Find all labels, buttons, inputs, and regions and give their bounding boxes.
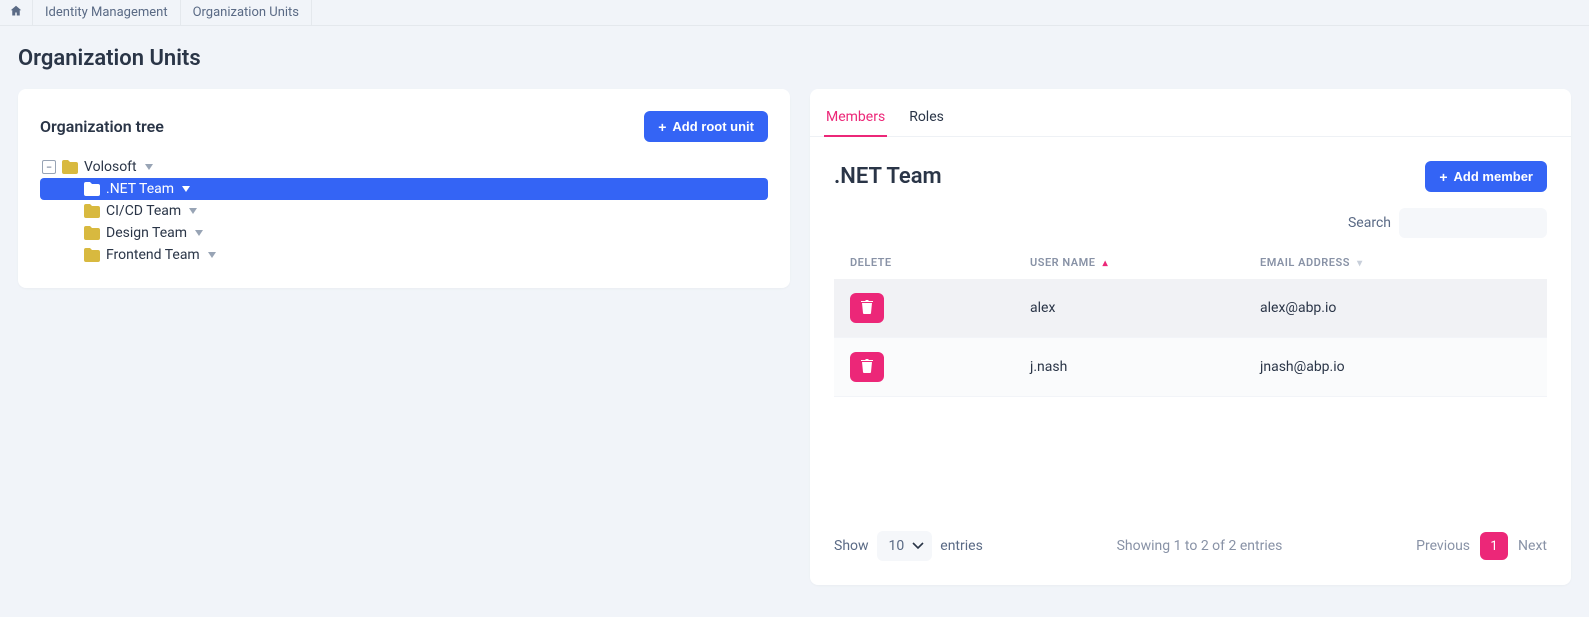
breadcrumb-item-identity[interactable]: Identity Management: [33, 0, 181, 25]
caret-down-icon[interactable]: [195, 230, 203, 236]
plus-icon: +: [1439, 170, 1447, 184]
folder-icon: [84, 226, 100, 240]
caret-down-icon[interactable]: [189, 208, 197, 214]
page-title: Organization Units: [18, 46, 1571, 71]
sort-asc-icon: ▴: [1103, 258, 1109, 269]
cell-username: j.nash: [1014, 338, 1244, 397]
delete-button[interactable]: [850, 293, 884, 323]
tree-node-cicd[interactable]: CI/CD Team: [40, 200, 768, 222]
entries-label: entries: [940, 538, 983, 554]
plus-icon: +: [658, 120, 666, 134]
caret-down-icon[interactable]: [182, 186, 190, 192]
page-size-select[interactable]: 10: [877, 531, 933, 561]
caret-down-icon[interactable]: [145, 164, 153, 170]
col-username[interactable]: USER NAME ▴: [1014, 244, 1244, 279]
tree-node-label: .NET Team: [106, 181, 174, 197]
delete-button[interactable]: [850, 352, 884, 382]
search-input[interactable]: [1399, 208, 1547, 238]
showing-summary: Showing 1 to 2 of 2 entries: [1117, 538, 1283, 554]
tree-node-label: Design Team: [106, 225, 187, 241]
tree-node-frontend[interactable]: Frontend Team: [40, 244, 768, 266]
members-table: DELETE USER NAME ▴ EMAIL ADDRESS ▾: [834, 244, 1547, 397]
add-root-unit-button[interactable]: + Add root unit: [644, 111, 768, 142]
tab-label: Roles: [909, 109, 944, 125]
tree-node-label: Frontend Team: [106, 247, 200, 263]
tabs: Members Roles: [810, 99, 1571, 137]
sort-icon: ▾: [1357, 258, 1363, 269]
cell-username: alex: [1014, 279, 1244, 338]
collapse-icon[interactable]: −: [42, 160, 56, 174]
button-label: Add root unit: [672, 119, 754, 134]
cell-email: alex@abp.io: [1244, 279, 1547, 338]
caret-down-icon[interactable]: [208, 252, 216, 258]
trash-icon: [861, 359, 873, 376]
folder-icon: [84, 248, 100, 262]
org-tree-panel: Organization tree + Add root unit − Volo…: [18, 89, 790, 288]
tree-node-label: CI/CD Team: [106, 203, 181, 219]
breadcrumb-item-orgunits[interactable]: Organization Units: [181, 0, 312, 25]
folder-icon: [84, 182, 100, 196]
next-page[interactable]: Next: [1518, 538, 1547, 554]
search-label: Search: [1348, 215, 1391, 231]
tree-node-root[interactable]: − Volosoft: [40, 156, 768, 178]
tab-label: Members: [826, 109, 885, 125]
table-row: alex alex@abp.io: [834, 279, 1547, 338]
folder-icon: [84, 204, 100, 218]
tree-node-dotnet[interactable]: .NET Team: [40, 178, 768, 200]
tree-node-label: Volosoft: [84, 159, 137, 175]
table-footer: Show 10 entries Showing 1 to 2 of 2 entr…: [834, 515, 1547, 561]
page-number[interactable]: 1: [1480, 532, 1508, 560]
prev-page[interactable]: Previous: [1416, 538, 1470, 554]
col-email[interactable]: EMAIL ADDRESS ▾: [1244, 244, 1547, 279]
breadcrumb-home[interactable]: [0, 0, 33, 26]
tab-members[interactable]: Members: [824, 99, 887, 137]
org-tree: − Volosoft .NET Team: [40, 156, 768, 266]
home-icon: [10, 5, 22, 21]
show-label: Show: [834, 538, 869, 554]
breadcrumb: Identity Management Organization Units: [0, 0, 1589, 26]
add-member-button[interactable]: + Add member: [1425, 161, 1547, 192]
col-delete: DELETE: [834, 244, 1014, 279]
cell-email: jnash@abp.io: [1244, 338, 1547, 397]
folder-icon: [62, 160, 78, 174]
detail-panel: Members Roles .NET Team + Add member Sea…: [810, 89, 1571, 585]
tree-title: Organization tree: [40, 117, 164, 136]
chevron-down-icon: [912, 538, 924, 554]
button-label: Add member: [1454, 169, 1533, 184]
table-row: j.nash jnash@abp.io: [834, 338, 1547, 397]
tree-node-design[interactable]: Design Team: [40, 222, 768, 244]
tab-roles[interactable]: Roles: [907, 99, 946, 137]
breadcrumb-label: Identity Management: [45, 5, 168, 20]
breadcrumb-label: Organization Units: [193, 5, 299, 20]
trash-icon: [861, 300, 873, 317]
detail-title: .NET Team: [834, 164, 942, 189]
page-size-value: 10: [889, 538, 905, 554]
